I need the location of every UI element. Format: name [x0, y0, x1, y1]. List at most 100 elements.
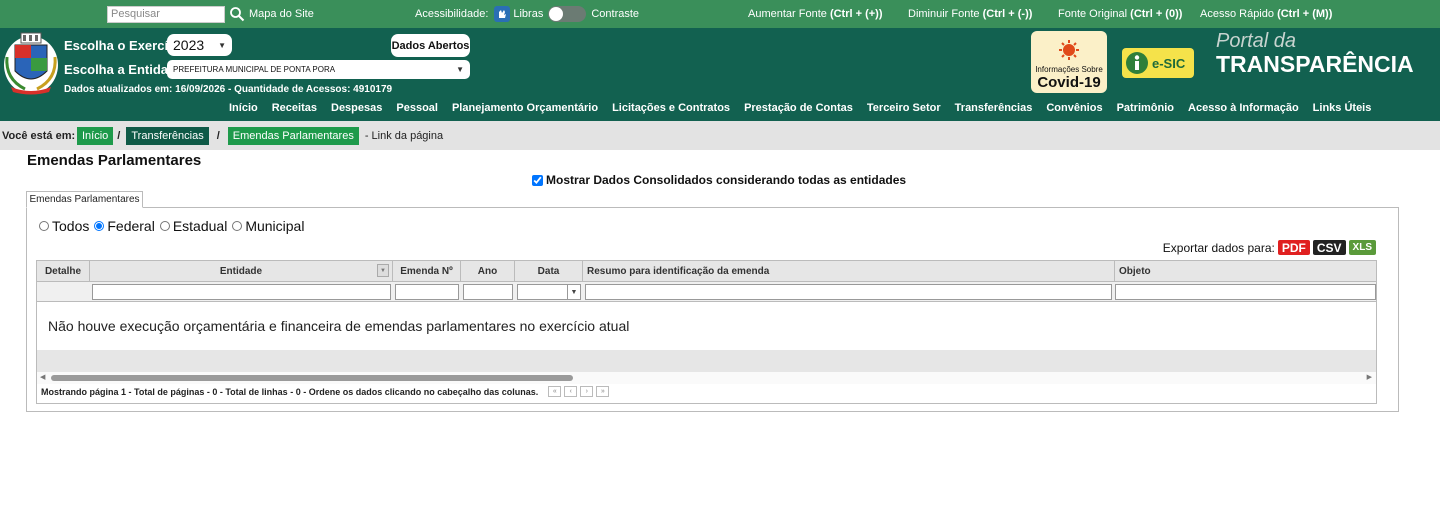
- breadcrumb-tail: - Link da página: [364, 130, 444, 142]
- original-font-label: Fonte Original: [1058, 8, 1128, 20]
- libras-hand-icon[interactable]: [494, 6, 511, 22]
- column-header-data[interactable]: Data: [515, 261, 583, 281]
- nav-item-receitas[interactable]: Receitas: [272, 102, 317, 114]
- filter-entidade-input[interactable]: [92, 284, 391, 300]
- export-xls-button[interactable]: XLS: [1348, 240, 1376, 255]
- contrast-label[interactable]: Contraste: [591, 8, 639, 20]
- first-page-icon[interactable]: «: [548, 386, 562, 397]
- filter-data-select[interactable]: ▼: [517, 284, 581, 300]
- nav-item-transferencias[interactable]: Transferências: [955, 102, 1033, 114]
- breadcrumb-item-inicio[interactable]: Início: [77, 127, 114, 145]
- chevron-down-icon: ▼: [218, 40, 226, 50]
- top-bar: Mapa do Site Acessibilidade: Libras Cont…: [0, 0, 1440, 28]
- pagination-info: Mostrando página 1 - Total de páginas - …: [41, 386, 539, 397]
- libras-link[interactable]: Libras: [513, 8, 543, 20]
- increase-font-link[interactable]: Aumentar Fonte (Ctrl + (+)): [748, 0, 883, 28]
- breadcrumb-item-transferencias[interactable]: Transferências: [126, 127, 209, 145]
- scroll-left-icon[interactable]: ◀: [40, 372, 45, 384]
- esic-button[interactable]: e-SIC: [1122, 48, 1194, 78]
- accessibility-label: Acessibilidade:: [415, 8, 489, 20]
- last-page-icon[interactable]: »: [596, 386, 610, 397]
- site-map-link[interactable]: Mapa do Site: [249, 8, 314, 20]
- nav-item-patrimonio[interactable]: Patrimônio: [1117, 102, 1174, 114]
- export-label: Exportar dados para:: [1162, 240, 1275, 255]
- consolidated-label: Mostrar Dados Consolidados considerando …: [546, 173, 907, 187]
- page-title: Emendas Parlamentares: [27, 152, 202, 169]
- decrease-font-shortcut: (Ctrl + (-)): [982, 8, 1033, 20]
- portal-logo-line2: TRANSPARÊNCIA: [1216, 51, 1414, 77]
- filter-municipal[interactable]: Municipal: [232, 218, 304, 234]
- portal-logo-line1: Portal da: [1216, 30, 1297, 52]
- entity-select[interactable]: PREFEITURA MUNICIPAL DE PONTA PORA ▼: [167, 60, 470, 79]
- search-input[interactable]: [107, 5, 225, 23]
- grid-footer: Mostrando página 1 - Total de páginas - …: [41, 386, 610, 397]
- virus-icon: [1059, 40, 1079, 60]
- prev-page-icon[interactable]: ‹: [564, 386, 578, 397]
- column-header-objeto[interactable]: Objeto: [1115, 261, 1376, 281]
- original-font-shortcut: (Ctrl + (0)): [1130, 8, 1183, 20]
- city-coat-of-arms-logo[interactable]: [3, 31, 59, 95]
- open-data-button[interactable]: Dados Abertos: [391, 34, 470, 57]
- contrast-toggle[interactable]: [548, 6, 587, 22]
- filter-todos[interactable]: Todos: [39, 218, 89, 234]
- breadcrumb-separator: /: [117, 130, 121, 142]
- filter-estadual-radio[interactable]: [159, 221, 170, 231]
- filter-municipal-radio[interactable]: [232, 221, 243, 231]
- covid-info-button[interactable]: Informações Sobre Covid-19: [1031, 31, 1107, 93]
- data-grid: Detalhe Entidade ▼ Emenda Nº Ano Data Re…: [36, 260, 1377, 404]
- grid-filter-row: ▼: [37, 282, 1376, 302]
- filter-ano-input[interactable]: [463, 284, 513, 300]
- search-icon[interactable]: [229, 6, 245, 22]
- next-page-icon[interactable]: ›: [580, 386, 594, 397]
- quick-access-label: Acesso Rápido: [1200, 8, 1274, 20]
- entity-select-value: PREFEITURA MUNICIPAL DE PONTA PORA: [173, 65, 336, 74]
- column-header-ano[interactable]: Ano: [461, 261, 515, 281]
- breadcrumb-item-emendas[interactable]: Emendas Parlamentares: [227, 127, 359, 145]
- scrollbar-thumb[interactable]: [51, 375, 573, 381]
- export-pdf-button[interactable]: PDF: [1277, 240, 1310, 255]
- filter-estadual[interactable]: Estadual: [159, 218, 227, 234]
- nav-item-pessoal[interactable]: Pessoal: [396, 102, 438, 114]
- quick-access-link[interactable]: Acesso Rápido (Ctrl + (M)): [1200, 0, 1332, 28]
- column-header-emenda[interactable]: Emenda Nº: [393, 261, 461, 281]
- exercise-select[interactable]: 2023 ▼: [167, 34, 232, 56]
- column-header-detalhe[interactable]: Detalhe: [37, 261, 90, 281]
- horizontal-scrollbar[interactable]: ◀ ▶: [37, 372, 1376, 384]
- filter-federal[interactable]: Federal: [94, 218, 155, 234]
- tab-panel: Todos Federal Estadual Municipal Exporta…: [26, 207, 1399, 412]
- nav-item-terceiro-setor[interactable]: Terceiro Setor: [867, 102, 941, 114]
- filter-resumo-input[interactable]: [585, 284, 1112, 300]
- quick-access-shortcut: (Ctrl + (M)): [1277, 8, 1333, 20]
- nav-item-licitacoes[interactable]: Licitações e Contratos: [612, 102, 730, 114]
- nav-item-planejamento[interactable]: Planejamento Orçamentário: [452, 102, 598, 114]
- nav-item-despesas[interactable]: Despesas: [331, 102, 382, 114]
- grid-summary-bar: [37, 350, 1376, 372]
- nav-item-convenios[interactable]: Convênios: [1046, 102, 1102, 114]
- breadcrumb-label-text: Você está em:: [2, 130, 76, 142]
- breadcrumb-trail: Início / Transferências / Emendas Parlam…: [77, 127, 443, 145]
- scroll-right-icon[interactable]: ▶: [1367, 372, 1372, 384]
- filter-federal-radio[interactable]: [94, 221, 105, 231]
- portal-transparencia-logo[interactable]: Portal da TRANSPARÊNCIA: [1216, 31, 1414, 76]
- nav-item-prestacao[interactable]: Prestação de Contas: [744, 102, 853, 114]
- consolidated-checkbox[interactable]: [532, 174, 543, 186]
- filter-emenda-input[interactable]: [395, 284, 459, 300]
- chevron-down-icon: ▼: [456, 65, 464, 74]
- nav-item-inicio[interactable]: Início: [229, 102, 258, 114]
- decrease-font-link[interactable]: Diminuir Fonte (Ctrl + (-)): [908, 0, 1032, 28]
- column-header-entidade[interactable]: Entidade ▼: [90, 261, 393, 281]
- filter-radio-group: Todos Federal Estadual Municipal: [39, 218, 309, 234]
- info-icon: [1126, 52, 1148, 74]
- filter-objeto-input[interactable]: [1115, 284, 1376, 300]
- nav-item-links-uteis[interactable]: Links Úteis: [1313, 102, 1372, 114]
- filter-todos-radio[interactable]: [39, 221, 49, 231]
- consolidated-data-option[interactable]: Mostrar Dados Consolidados considerando …: [532, 173, 906, 187]
- column-header-resumo[interactable]: Resumo para identificação da emenda: [583, 261, 1115, 281]
- tab-emendas-parlamentares[interactable]: Emendas Parlamentares: [26, 191, 143, 208]
- column-menu-icon[interactable]: ▼: [377, 264, 389, 277]
- filter-todos-label: Todos: [52, 218, 90, 234]
- nav-item-acesso-informacao[interactable]: Acesso à Informação: [1188, 102, 1299, 114]
- original-font-link[interactable]: Fonte Original (Ctrl + (0)): [1058, 0, 1182, 28]
- export-csv-button[interactable]: CSV: [1312, 240, 1346, 255]
- chevron-down-icon: ▼: [567, 285, 580, 299]
